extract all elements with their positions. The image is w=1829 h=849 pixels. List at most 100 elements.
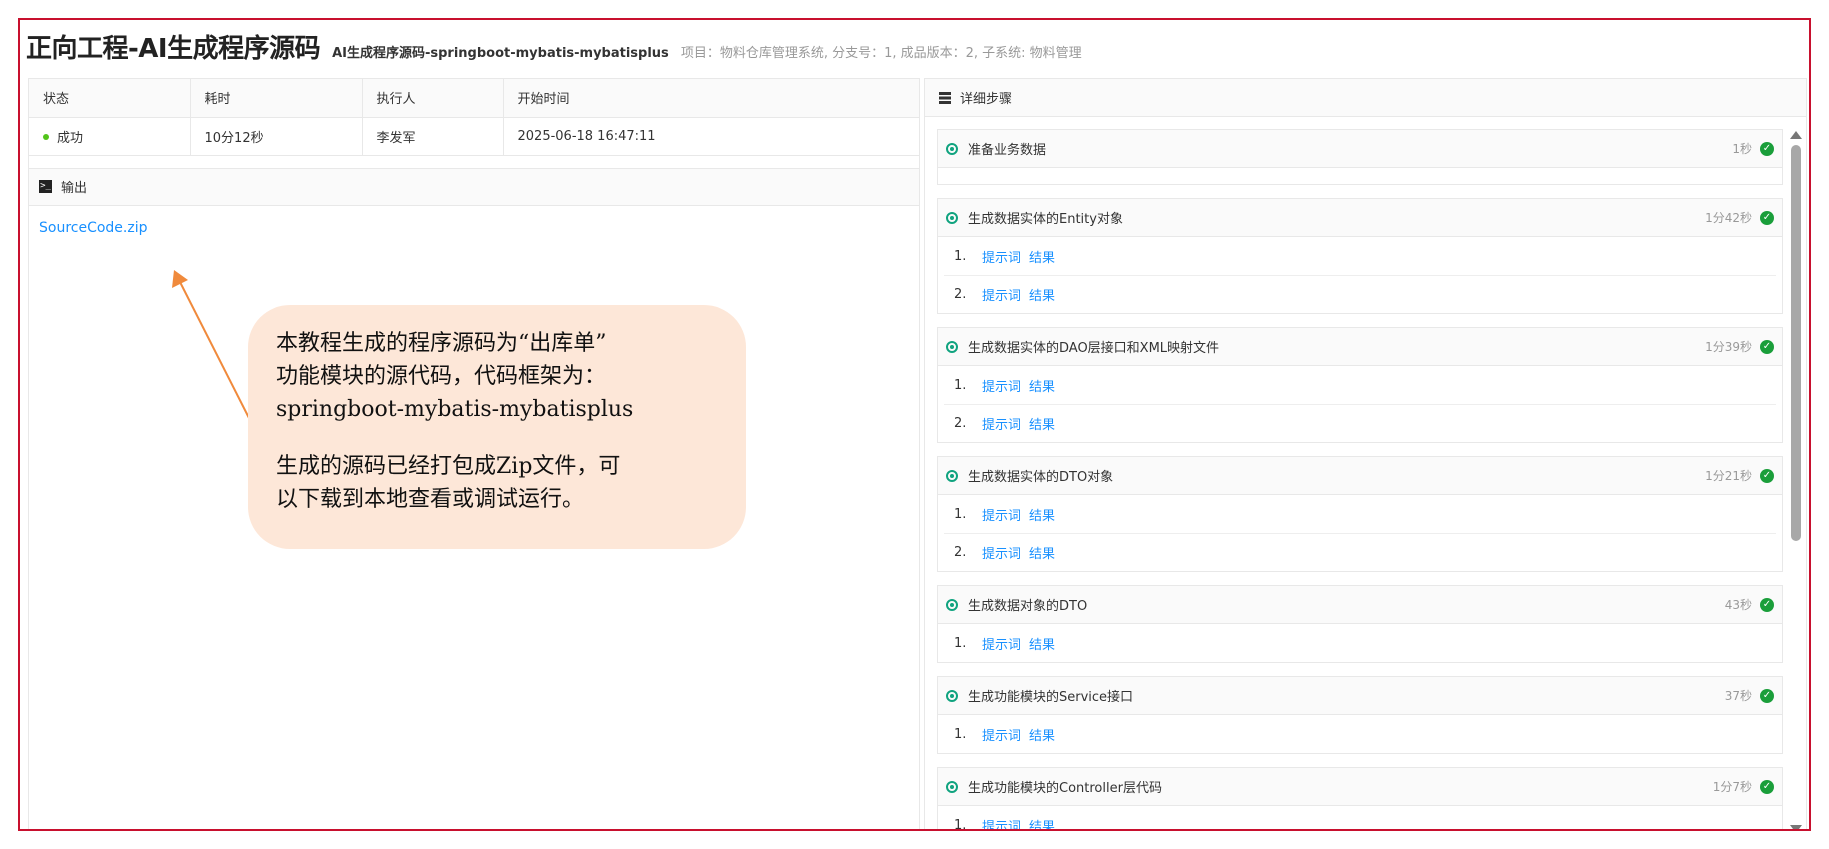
result-link[interactable]: 结果: [1029, 725, 1055, 744]
step-duration: 43秒: [1724, 598, 1752, 612]
step-card: 生成功能模块的Controller层代码 1分7秒 ✓ 1. 提示词 结果: [937, 767, 1783, 831]
prompt-link[interactable]: 提示词: [982, 816, 1021, 830]
step-duration: 1秒: [1732, 142, 1752, 156]
step-row: 1. 提示词 结果: [944, 366, 1776, 404]
row-index: 1.: [954, 726, 967, 742]
step-card: 生成功能模块的Service接口 37秒 ✓ 1. 提示词 结果: [937, 676, 1783, 754]
column-header: 开始时间: [503, 79, 919, 118]
output-label: 输出: [61, 181, 88, 196]
step-row: 1. 提示词 结果: [944, 806, 1776, 831]
step-header[interactable]: 生成功能模块的Service接口 37秒 ✓: [938, 677, 1782, 715]
check-circle-icon: ✓: [1760, 141, 1774, 156]
prompt-link[interactable]: 提示词: [982, 725, 1021, 744]
prompt-link[interactable]: 提示词: [982, 505, 1021, 524]
row-index: 2.: [954, 416, 967, 431]
step-header[interactable]: 生成数据实体的Entity对象 1分42秒 ✓: [938, 199, 1782, 237]
openai-icon: [946, 469, 958, 482]
app-frame: 正向工程-AI生成程序源码 AI生成程序源码-springboot-mybati…: [18, 18, 1811, 831]
row-index: 2.: [954, 545, 967, 560]
prompt-link[interactable]: 提示词: [982, 543, 1021, 562]
result-link[interactable]: 结果: [1029, 543, 1055, 562]
run-info-table: 状态 耗时 执行人 开始时间 成功 10分12秒 李发军 2025-06-18 …: [29, 79, 919, 156]
table-row: 成功 10分12秒 李发军 2025-06-18 16:47:11: [29, 117, 919, 156]
project-meta: 项目：物料仓库管理系统, 分支号：1, 成品版本：2, 子系统: 物料管理: [680, 46, 1082, 61]
output-header: >_ 输出: [29, 167, 919, 206]
step-row: 1. 提示词 结果: [944, 495, 1776, 533]
openai-icon: [946, 780, 958, 793]
step-title: 准备业务数据: [968, 143, 1047, 158]
step-row: 2. 提示词 结果: [944, 275, 1776, 313]
step-row: 1. 提示词 结果: [944, 237, 1776, 275]
openai-icon: [946, 598, 958, 611]
steps-header: 详细步骤: [925, 79, 1806, 117]
step-card: 生成数据实体的DTO对象 1分21秒 ✓ 1. 提示词 结果 2. 提示词 结果: [937, 456, 1783, 572]
column-header: 执行人: [362, 79, 504, 118]
step-header[interactable]: 生成数据对象的DTO 43秒 ✓: [938, 586, 1782, 624]
scroll-down-icon[interactable]: [1790, 825, 1802, 829]
row-index: 1.: [954, 248, 967, 264]
annotation-paragraph: 生成的源码已经打包成Zip文件，可 以下载到本地查看或调试运行。: [276, 454, 621, 512]
result-link[interactable]: 结果: [1029, 247, 1055, 266]
prompt-link[interactable]: 提示词: [982, 634, 1021, 653]
scrollbar[interactable]: [1789, 129, 1803, 829]
result-link[interactable]: 结果: [1029, 816, 1055, 830]
status-cell: 成功: [29, 117, 191, 156]
prompt-link[interactable]: 提示词: [982, 247, 1021, 266]
scroll-up-icon[interactable]: [1790, 131, 1802, 139]
step-card: 生成数据对象的DTO 43秒 ✓ 1. 提示词 结果: [937, 585, 1783, 663]
page-header: 正向工程-AI生成程序源码 AI生成程序源码-springboot-mybati…: [26, 28, 1082, 64]
annotation-callout: 本教程生成的程序源码为“出库单” 功能模块的源代码，代码框架为： springb…: [248, 305, 746, 549]
step-duration: 1分7秒: [1712, 780, 1752, 794]
step-header[interactable]: 生成数据实体的DTO对象 1分21秒 ✓: [938, 457, 1782, 495]
step-title: 生成数据实体的Entity对象: [968, 212, 1123, 227]
steps-panel: 详细步骤 准备业务数据 1秒 ✓ 生成数据实体的Entity对象 1分42秒 ✓…: [924, 78, 1807, 831]
step-duration: 37秒: [1724, 689, 1752, 703]
step-row: 2. 提示词 结果: [944, 533, 1776, 571]
duration-cell: 10分12秒: [190, 117, 363, 156]
step-title: 生成数据对象的DTO: [968, 599, 1088, 614]
result-link[interactable]: 结果: [1029, 414, 1055, 433]
executor-cell: 李发军: [362, 117, 504, 156]
result-link[interactable]: 结果: [1029, 505, 1055, 524]
check-circle-icon: ✓: [1760, 597, 1774, 612]
prompt-link[interactable]: 提示词: [982, 414, 1021, 433]
step-duration: 1分21秒: [1705, 469, 1752, 483]
status-dot-icon: [43, 134, 49, 140]
scroll-thumb[interactable]: [1791, 145, 1801, 541]
check-circle-icon: ✓: [1760, 210, 1774, 225]
step-title: 生成功能模块的Controller层代码: [968, 781, 1162, 796]
step-duration: 1分42秒: [1705, 211, 1752, 225]
step-duration: 1分39秒: [1705, 340, 1752, 354]
row-index: 1.: [954, 377, 967, 393]
step-header[interactable]: 生成功能模块的Controller层代码 1分7秒 ✓: [938, 768, 1782, 806]
result-link[interactable]: 结果: [1029, 376, 1055, 395]
openai-icon: [946, 340, 958, 353]
page-title: 正向工程-AI生成程序源码: [26, 34, 321, 64]
result-link[interactable]: 结果: [1029, 634, 1055, 653]
table-header-row: 状态 耗时 执行人 开始时间: [29, 79, 919, 118]
prompt-link[interactable]: 提示词: [982, 285, 1021, 304]
prompt-link[interactable]: 提示词: [982, 376, 1021, 395]
step-card: 生成数据实体的Entity对象 1分42秒 ✓ 1. 提示词 结果 2. 提示词…: [937, 198, 1783, 314]
start-time-cell: 2025-06-18 16:47:11: [503, 117, 919, 156]
step-card: 准备业务数据 1秒 ✓: [937, 129, 1783, 185]
step-title: 生成数据实体的DAO层接口和XML映射文件: [968, 341, 1220, 356]
download-file-link[interactable]: SourceCode.zip: [39, 220, 148, 236]
openai-icon: [946, 689, 958, 702]
step-title: 生成功能模块的Service接口: [968, 690, 1134, 705]
step-row: 2. 提示词 结果: [944, 404, 1776, 442]
terminal-icon: >_: [39, 180, 52, 193]
steps-list: 准备业务数据 1秒 ✓ 生成数据实体的Entity对象 1分42秒 ✓ 1. 提…: [937, 129, 1783, 831]
step-row: 1. 提示词 结果: [944, 624, 1776, 662]
step-header[interactable]: 准备业务数据 1秒 ✓: [938, 130, 1782, 168]
step-card: 生成数据实体的DAO层接口和XML映射文件 1分39秒 ✓ 1. 提示词 结果 …: [937, 327, 1783, 443]
steps-label: 详细步骤: [960, 92, 1013, 107]
check-circle-icon: ✓: [1760, 779, 1774, 794]
result-link[interactable]: 结果: [1029, 285, 1055, 304]
column-header: 耗时: [190, 79, 363, 118]
step-row: 1. 提示词 结果: [944, 715, 1776, 753]
row-index: 1.: [954, 817, 967, 831]
openai-icon: [946, 142, 958, 155]
step-header[interactable]: 生成数据实体的DAO层接口和XML映射文件 1分39秒 ✓: [938, 328, 1782, 366]
step-body-empty: [938, 168, 1782, 184]
